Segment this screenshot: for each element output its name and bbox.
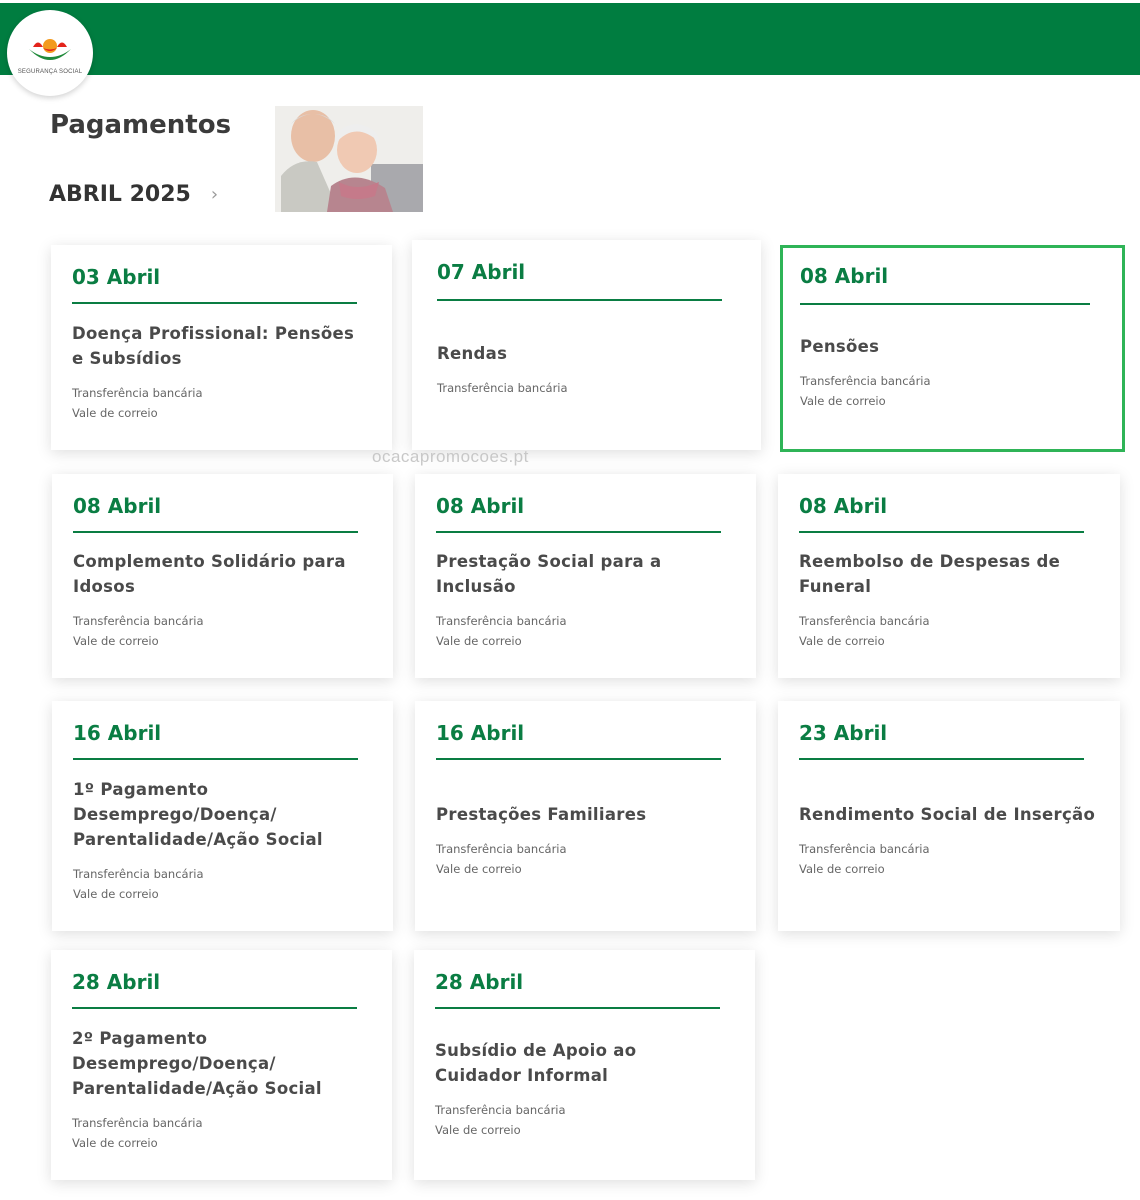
card-date: 16 Abril (436, 721, 525, 745)
payment-method: Transferência bancária (436, 841, 567, 856)
card-title: 2º Pagamento Desemprego/Doença/ Parental… (72, 1028, 322, 1098)
payment-method: Vale de correio (73, 634, 159, 648)
payment-method: Vale de correio (72, 405, 158, 420)
card-date: 16 Abril (73, 721, 162, 745)
payment-method: Transferência bancária (72, 385, 203, 400)
page-title: Pagamentos (50, 110, 232, 140)
payment-method: Vale de correio (72, 1135, 158, 1150)
card-title: 1º Pagamento Desemprego/Doença/ Parental… (73, 779, 323, 849)
payment-method: Vale de correio (436, 634, 522, 648)
card-date: 08 Abril (800, 264, 889, 288)
payment-card[interactable]: 08 Abril Prestação Social para a Inclusã… (415, 474, 756, 678)
payment-card[interactable]: 23 Abril Rendimento Social de Inserção T… (778, 701, 1120, 931)
payment-method: Transferência bancária (73, 614, 204, 628)
card-title: Reembolso de Despesas de Funeral (799, 552, 1061, 596)
payment-method: Vale de correio (73, 886, 159, 901)
card-title: Pensões (800, 337, 880, 356)
watermark: ocacapromocoes.pt (372, 447, 529, 466)
payment-card[interactable]: 08 Abril Reembolso de Despesas de Funera… (778, 474, 1120, 678)
payment-card-selected[interactable]: 08 Abril Pensões Transferência bancária … (780, 245, 1125, 452)
card-title: Complemento Solidário para Idosos (73, 552, 346, 596)
payment-method: Transferência bancária (436, 614, 567, 628)
month-label: ABRIL 2025 (49, 182, 191, 207)
payment-method: Vale de correio (800, 394, 886, 408)
payment-card[interactable]: 07 Abril Rendas Transferência bancária (412, 240, 761, 450)
card-title: Prestação Social para a Inclusão (436, 552, 662, 596)
payment-method: Transferência bancária (435, 1103, 566, 1117)
card-title: Doença Profissional: Pensões e Subsídios (72, 323, 355, 368)
card-date: 23 Abril (799, 721, 888, 745)
card-divider (800, 303, 1090, 305)
card-date: 03 Abril (72, 265, 161, 289)
seguranca-social-logo[interactable]: SEGURANÇA SOCIAL (7, 10, 93, 96)
payment-method: Transferência bancária (73, 866, 204, 881)
payment-card[interactable]: 03 Abril Doença Profissional: Pensões e … (51, 245, 392, 450)
card-date: 08 Abril (436, 494, 525, 518)
chevron-right-icon[interactable]: › (211, 184, 218, 205)
payment-method: Transferência bancária (437, 380, 568, 395)
payment-method: Vale de correio (799, 634, 885, 648)
payment-method: Vale de correio (435, 1123, 521, 1137)
payment-card[interactable]: 16 Abril 1º Pagamento Desemprego/Doença/… (52, 701, 393, 931)
payment-method: Vale de correio (799, 861, 885, 876)
payment-card[interactable]: 28 Abril Subsídio de Apoio ao Cuidador I… (414, 950, 755, 1180)
card-date: 08 Abril (799, 494, 888, 518)
card-date: 08 Abril (73, 494, 162, 518)
hero-image-elderly-couple (275, 106, 423, 212)
payment-method: Transferência bancária (72, 1115, 203, 1130)
payment-method: Transferência bancária (799, 614, 930, 628)
logo-text: SEGURANÇA SOCIAL (17, 69, 83, 75)
payment-card[interactable]: 08 Abril Complemento Solidário para Idos… (52, 474, 393, 678)
card-title: Rendimento Social de Inserção (799, 804, 1096, 824)
card-date: 07 Abril (437, 260, 526, 284)
payment-card[interactable]: 16 Abril Prestações Familiares Transferê… (415, 701, 756, 931)
payment-method: Vale de correio (436, 861, 522, 876)
card-date: 28 Abril (435, 970, 524, 994)
payment-card[interactable]: 28 Abril 2º Pagamento Desemprego/Doença/… (51, 950, 392, 1180)
card-date: 28 Abril (72, 970, 161, 994)
top-bar (0, 3, 1140, 75)
month-selector: ABRIL 2025 › (49, 182, 218, 207)
card-title: Prestações Familiares (436, 804, 647, 824)
card-title: Subsídio de Apoio ao Cuidador Informal (435, 1041, 637, 1085)
payment-method: Transferência bancária (800, 374, 931, 388)
flower-logo-icon (29, 39, 71, 60)
card-title: Rendas (437, 343, 508, 363)
payment-method: Transferência bancária (799, 841, 930, 856)
